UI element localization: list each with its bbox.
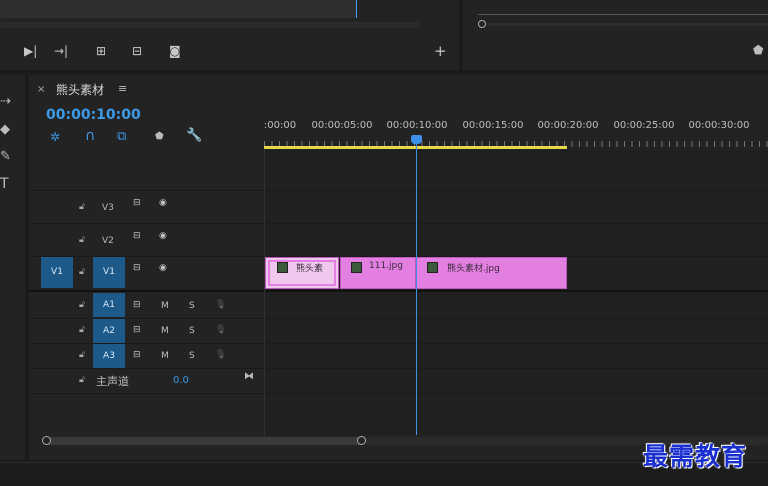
- track-separator: [29, 318, 768, 319]
- track-target-a3[interactable]: A3: [93, 344, 125, 368]
- lock-icon[interactable]: 🔓︎: [79, 325, 85, 335]
- nest-sequence-icon[interactable]: ✲: [50, 130, 60, 144]
- toggle-sync-lock-icon[interactable]: ⊟: [133, 350, 141, 360]
- toggle-sync-lock-icon[interactable]: ⊟: [133, 231, 141, 241]
- lock-icon[interactable]: 🔓︎: [79, 202, 85, 212]
- lift-icon[interactable]: ⊞: [96, 44, 106, 58]
- time-ruler[interactable]: [264, 112, 768, 150]
- mute-button[interactable]: M: [161, 326, 169, 336]
- track-separator: [29, 223, 768, 224]
- scroll-handle-left[interactable]: [42, 436, 51, 445]
- track-name-v2[interactable]: V2: [102, 236, 114, 246]
- solo-button[interactable]: S: [189, 326, 195, 336]
- track-separator: [29, 393, 768, 394]
- image-clip-icon: [427, 262, 438, 273]
- clip-name: 熊头素材.jpg: [447, 264, 500, 274]
- monitor-scrub-marker: [356, 0, 357, 18]
- toggle-sync-lock-icon[interactable]: ⊟: [133, 300, 141, 310]
- monitor-scrollbar[interactable]: [0, 22, 420, 28]
- toggle-sync-lock-icon[interactable]: ⊟: [133, 198, 141, 208]
- microphone-icon[interactable]: 🎙︎: [215, 350, 226, 360]
- track-name-v3[interactable]: V3: [102, 203, 114, 213]
- microphone-icon[interactable]: 🎙︎: [215, 300, 226, 310]
- source-patch-v1[interactable]: V1: [41, 257, 73, 288]
- lock-icon[interactable]: 🔓︎: [79, 375, 85, 385]
- master-track-label: 主声道: [96, 375, 129, 388]
- master-volume-value[interactable]: 0.0: [173, 375, 189, 386]
- lock-icon[interactable]: 🔓︎: [79, 300, 85, 310]
- lock-icon[interactable]: 🔓︎: [79, 267, 85, 277]
- header-divider: [264, 150, 265, 435]
- watermark-logo: 最需教育: [643, 442, 748, 471]
- source-scroll-handle[interactable]: [478, 20, 486, 28]
- playhead-timecode[interactable]: 00:00:10:00: [46, 107, 141, 123]
- ruler-label: 00:00:15:00: [462, 120, 524, 131]
- clip[interactable]: 111.jpg: [340, 257, 416, 289]
- add-button-icon[interactable]: +: [434, 42, 447, 60]
- pen-tool-icon[interactable]: ✎: [0, 150, 11, 163]
- panel-menu-icon[interactable]: ≡: [118, 82, 127, 95]
- track-target-v1[interactable]: V1: [93, 257, 125, 288]
- solo-button[interactable]: S: [189, 351, 195, 361]
- track-target-a1[interactable]: A1: [93, 293, 125, 317]
- playhead-handle[interactable]: [411, 135, 422, 144]
- ruler-label: 00:00:20:00: [537, 120, 599, 131]
- solo-button[interactable]: S: [189, 301, 195, 311]
- close-tab-icon[interactable]: ×: [37, 84, 45, 95]
- toggle-sync-lock-icon[interactable]: ⊟: [133, 325, 141, 335]
- go-to-in-out-icon[interactable]: ⧓: [244, 371, 254, 382]
- razor-tool-icon[interactable]: ◆: [0, 123, 10, 136]
- track-separator: [29, 290, 768, 292]
- microphone-icon[interactable]: 🎙︎: [215, 325, 226, 335]
- image-clip-icon: [351, 262, 362, 273]
- scroll-handle-right[interactable]: [357, 436, 366, 445]
- monitor-scrub-bar[interactable]: [0, 0, 356, 18]
- lock-icon[interactable]: 🔓︎: [79, 235, 85, 245]
- mute-button[interactable]: M: [161, 301, 169, 311]
- linked-selection-icon[interactable]: ⧉: [117, 129, 126, 144]
- image-clip-icon: [277, 262, 288, 273]
- toggle-sync-lock-icon[interactable]: ⊟: [133, 263, 141, 273]
- mute-button[interactable]: M: [161, 351, 169, 361]
- step-forward-icon[interactable]: ▶︎|: [24, 44, 37, 58]
- marker-icon[interactable]: ⬟: [753, 44, 763, 56]
- track-select-tool-icon[interactable]: ⇢: [0, 95, 11, 108]
- export-frame-camera-icon[interactable]: ◙: [169, 44, 181, 58]
- source-scrollbar[interactable]: [488, 23, 768, 26]
- add-marker-icon[interactable]: ⬟: [155, 131, 164, 142]
- extract-icon[interactable]: ⊟: [132, 44, 142, 58]
- clip[interactable]: 熊头素材.jpg: [416, 257, 567, 289]
- track-separator: [29, 343, 768, 344]
- source-monitor-panel: [463, 0, 768, 70]
- playhead-line: [416, 140, 417, 435]
- ruler-label: 00:00:10:00: [386, 120, 448, 131]
- track-target-a2[interactable]: A2: [93, 319, 125, 343]
- track-separator: [29, 190, 768, 191]
- clip-name: 熊头素: [296, 264, 324, 274]
- timeline-tab-title[interactable]: 熊头素材: [56, 81, 104, 98]
- timeline-scrollbar-thumb[interactable]: [45, 437, 363, 445]
- ruler-label: 00:00:25:00: [613, 120, 675, 131]
- ruler-label: 00:00:05:00: [311, 120, 373, 131]
- eye-icon[interactable]: ◉: [159, 231, 167, 241]
- eye-icon[interactable]: ◉: [159, 263, 167, 273]
- type-tool-icon[interactable]: T: [0, 177, 9, 191]
- lock-icon[interactable]: 🔓︎: [79, 350, 85, 360]
- timeline-settings-wrench-icon[interactable]: 🔧: [186, 128, 202, 143]
- ruler-label: :00:00: [263, 120, 297, 131]
- snap-magnet-icon[interactable]: ∩: [85, 128, 95, 144]
- source-ruler: [478, 14, 768, 15]
- clip-name: 111.jpg: [369, 261, 403, 271]
- clip[interactable]: 熊头素: [265, 257, 339, 289]
- insert-icon[interactable]: →|: [54, 44, 68, 58]
- track-separator: [29, 368, 768, 369]
- ruler-label: 00:00:30:00: [688, 120, 750, 131]
- eye-icon[interactable]: ◉: [159, 198, 167, 208]
